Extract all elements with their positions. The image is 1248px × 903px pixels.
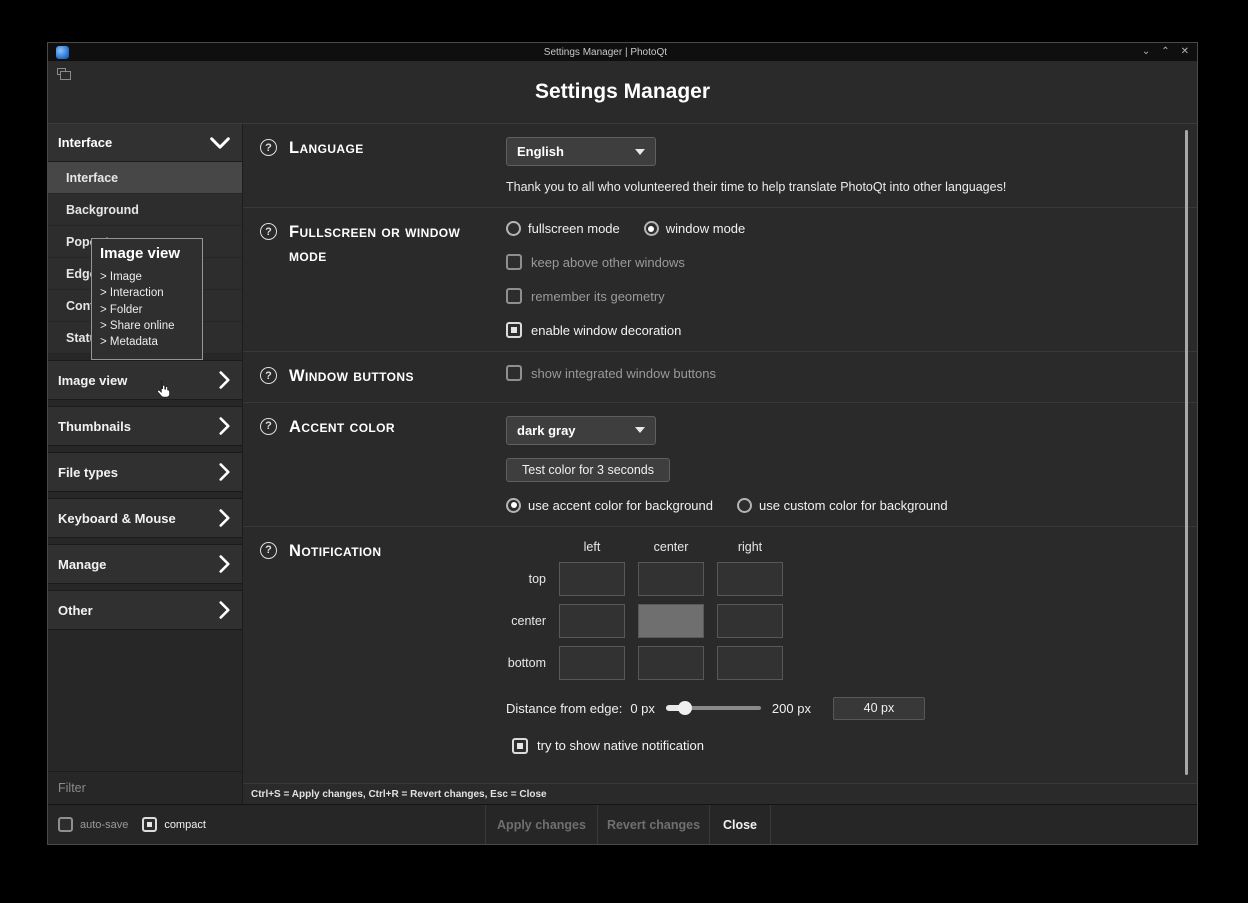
help-icon[interactable] bbox=[260, 418, 277, 435]
sidebar-subitem-interface[interactable]: Interface bbox=[48, 162, 242, 194]
sidebar-category-interface[interactable]: Interface bbox=[48, 124, 242, 162]
caret-down-icon bbox=[635, 427, 645, 433]
revert-changes-button[interactable]: Revert changes bbox=[597, 805, 709, 844]
window-title: Settings Manager | PhotoQt bbox=[69, 47, 1142, 58]
radio-window-mode[interactable]: window mode bbox=[644, 221, 746, 236]
page-title: Settings Manager bbox=[535, 80, 710, 104]
sidebar-subitem-background[interactable]: Background bbox=[48, 194, 242, 226]
language-note: Thank you to all who volunteered their t… bbox=[506, 180, 1163, 194]
close-button[interactable]: Close bbox=[709, 805, 771, 844]
mouse-cursor-icon bbox=[155, 380, 172, 404]
sidebar: Interface Interface Background Popout Ed… bbox=[48, 124, 243, 804]
section-title: Language bbox=[289, 137, 484, 161]
sidebar-category-file-types[interactable]: File types bbox=[48, 452, 242, 492]
close-icon[interactable]: ✕ bbox=[1181, 47, 1189, 57]
radio-icon bbox=[506, 221, 521, 236]
distance-label: Distance from edge: bbox=[506, 701, 622, 716]
section-title: Accent color bbox=[289, 416, 484, 440]
chevron-right-icon bbox=[219, 463, 230, 481]
position-cell-bottom-right[interactable] bbox=[717, 646, 783, 680]
language-select[interactable]: English bbox=[506, 137, 656, 166]
slider-max-label: 200 px bbox=[772, 701, 811, 716]
checkbox-keep-above[interactable]: keep above other windows bbox=[506, 254, 1163, 270]
sidebar-category-thumbnails[interactable]: Thumbnails bbox=[48, 406, 242, 446]
chevron-right-icon bbox=[219, 601, 230, 619]
accent-color-select[interactable]: dark gray bbox=[506, 416, 656, 445]
slider-thumb[interactable] bbox=[678, 701, 692, 715]
checkbox-icon bbox=[142, 817, 157, 832]
shortcut-hint: Ctrl+S = Apply changes, Ctrl+R = Revert … bbox=[243, 783, 1197, 804]
apply-changes-button[interactable]: Apply changes bbox=[485, 805, 597, 844]
position-cell-center-center[interactable] bbox=[638, 604, 704, 638]
chevron-right-icon bbox=[219, 417, 230, 435]
position-cell-center-left[interactable] bbox=[559, 604, 625, 638]
slider-min-label: 0 px bbox=[630, 701, 655, 716]
filter-input[interactable] bbox=[58, 781, 232, 795]
checkbox-integrated-window-buttons[interactable]: show integrated window buttons bbox=[506, 365, 1163, 381]
radio-icon bbox=[506, 498, 521, 513]
image-view-tooltip: Image view > Image > Interaction > Folde… bbox=[91, 238, 203, 360]
sidebar-category-keyboard-mouse[interactable]: Keyboard & Mouse bbox=[48, 498, 242, 538]
notification-position-grid: left center right top center bottom bbox=[506, 540, 1163, 680]
chevron-right-icon bbox=[219, 371, 230, 389]
titlebar: Settings Manager | PhotoQt ⌄ ⌃ ✕ bbox=[48, 43, 1197, 61]
sidebar-category-image-view[interactable]: Image view bbox=[48, 360, 242, 400]
checkbox-native-notification[interactable]: try to show native notification bbox=[512, 738, 1163, 754]
section-title: Fullscreen or window mode bbox=[289, 221, 484, 269]
minimize-icon[interactable]: ⌄ bbox=[1142, 47, 1150, 57]
sidebar-category-other[interactable]: Other bbox=[48, 590, 242, 630]
position-cell-bottom-left[interactable] bbox=[559, 646, 625, 680]
help-icon[interactable] bbox=[260, 542, 277, 559]
photoqt-logo-icon bbox=[56, 46, 69, 59]
section-title: Notification bbox=[289, 540, 484, 564]
distance-slider[interactable] bbox=[666, 706, 761, 710]
section-notification: Notification left center right top bbox=[243, 527, 1197, 767]
radio-accent-background[interactable]: use accent color for background bbox=[506, 498, 713, 513]
tooltip-title: Image view bbox=[100, 245, 194, 262]
sidebar-category-manage[interactable]: Manage bbox=[48, 544, 242, 584]
section-fullscreen-mode: Fullscreen or window mode fullscreen mod… bbox=[243, 208, 1197, 352]
radio-icon bbox=[737, 498, 752, 513]
caret-down-icon bbox=[635, 149, 645, 155]
checkbox-window-decoration[interactable]: enable window decoration bbox=[506, 322, 1163, 338]
header: Settings Manager bbox=[48, 61, 1197, 124]
checkbox-icon bbox=[512, 738, 528, 754]
chevron-right-icon bbox=[219, 555, 230, 573]
section-accent-color: Accent color dark gray Test color for 3 … bbox=[243, 403, 1197, 527]
maximize-icon[interactable]: ⌃ bbox=[1161, 47, 1169, 57]
position-cell-center-right[interactable] bbox=[717, 604, 783, 638]
help-icon[interactable] bbox=[260, 139, 277, 156]
scrollbar[interactable] bbox=[1185, 130, 1188, 775]
position-cell-bottom-center[interactable] bbox=[638, 646, 704, 680]
help-icon[interactable] bbox=[260, 223, 277, 240]
checkbox-icon bbox=[506, 288, 522, 304]
checkbox-icon bbox=[506, 322, 522, 338]
settings-window: Settings Manager | PhotoQt ⌄ ⌃ ✕ Setting… bbox=[47, 42, 1198, 845]
checkbox-icon bbox=[58, 817, 73, 832]
checkbox-remember-geometry[interactable]: remember its geometry bbox=[506, 288, 1163, 304]
position-cell-top-left[interactable] bbox=[559, 562, 625, 596]
radio-custom-background[interactable]: use custom color for background bbox=[737, 498, 948, 513]
checkbox-compact[interactable]: compact bbox=[142, 817, 206, 832]
checkbox-auto-save[interactable]: auto-save bbox=[58, 817, 128, 832]
main-content: Language English Thank you to all who vo… bbox=[243, 124, 1197, 804]
radio-fullscreen-mode[interactable]: fullscreen mode bbox=[506, 221, 620, 236]
help-icon[interactable] bbox=[260, 367, 277, 384]
section-title: Window buttons bbox=[289, 365, 484, 389]
position-cell-top-center[interactable] bbox=[638, 562, 704, 596]
bottom-bar: auto-save compact Apply changes Revert c… bbox=[48, 804, 1197, 844]
popout-icon[interactable] bbox=[57, 68, 66, 75]
position-cell-top-right[interactable] bbox=[717, 562, 783, 596]
distance-value-box[interactable]: 40 px bbox=[833, 697, 925, 720]
checkbox-icon bbox=[506, 365, 522, 381]
radio-icon bbox=[644, 221, 659, 236]
section-window-buttons: Window buttons show integrated window bu… bbox=[243, 352, 1197, 403]
test-color-button[interactable]: Test color for 3 seconds bbox=[506, 458, 670, 482]
chevron-down-icon bbox=[210, 137, 230, 149]
chevron-right-icon bbox=[219, 509, 230, 527]
checkbox-icon bbox=[506, 254, 522, 270]
section-language: Language English Thank you to all who vo… bbox=[243, 124, 1197, 208]
